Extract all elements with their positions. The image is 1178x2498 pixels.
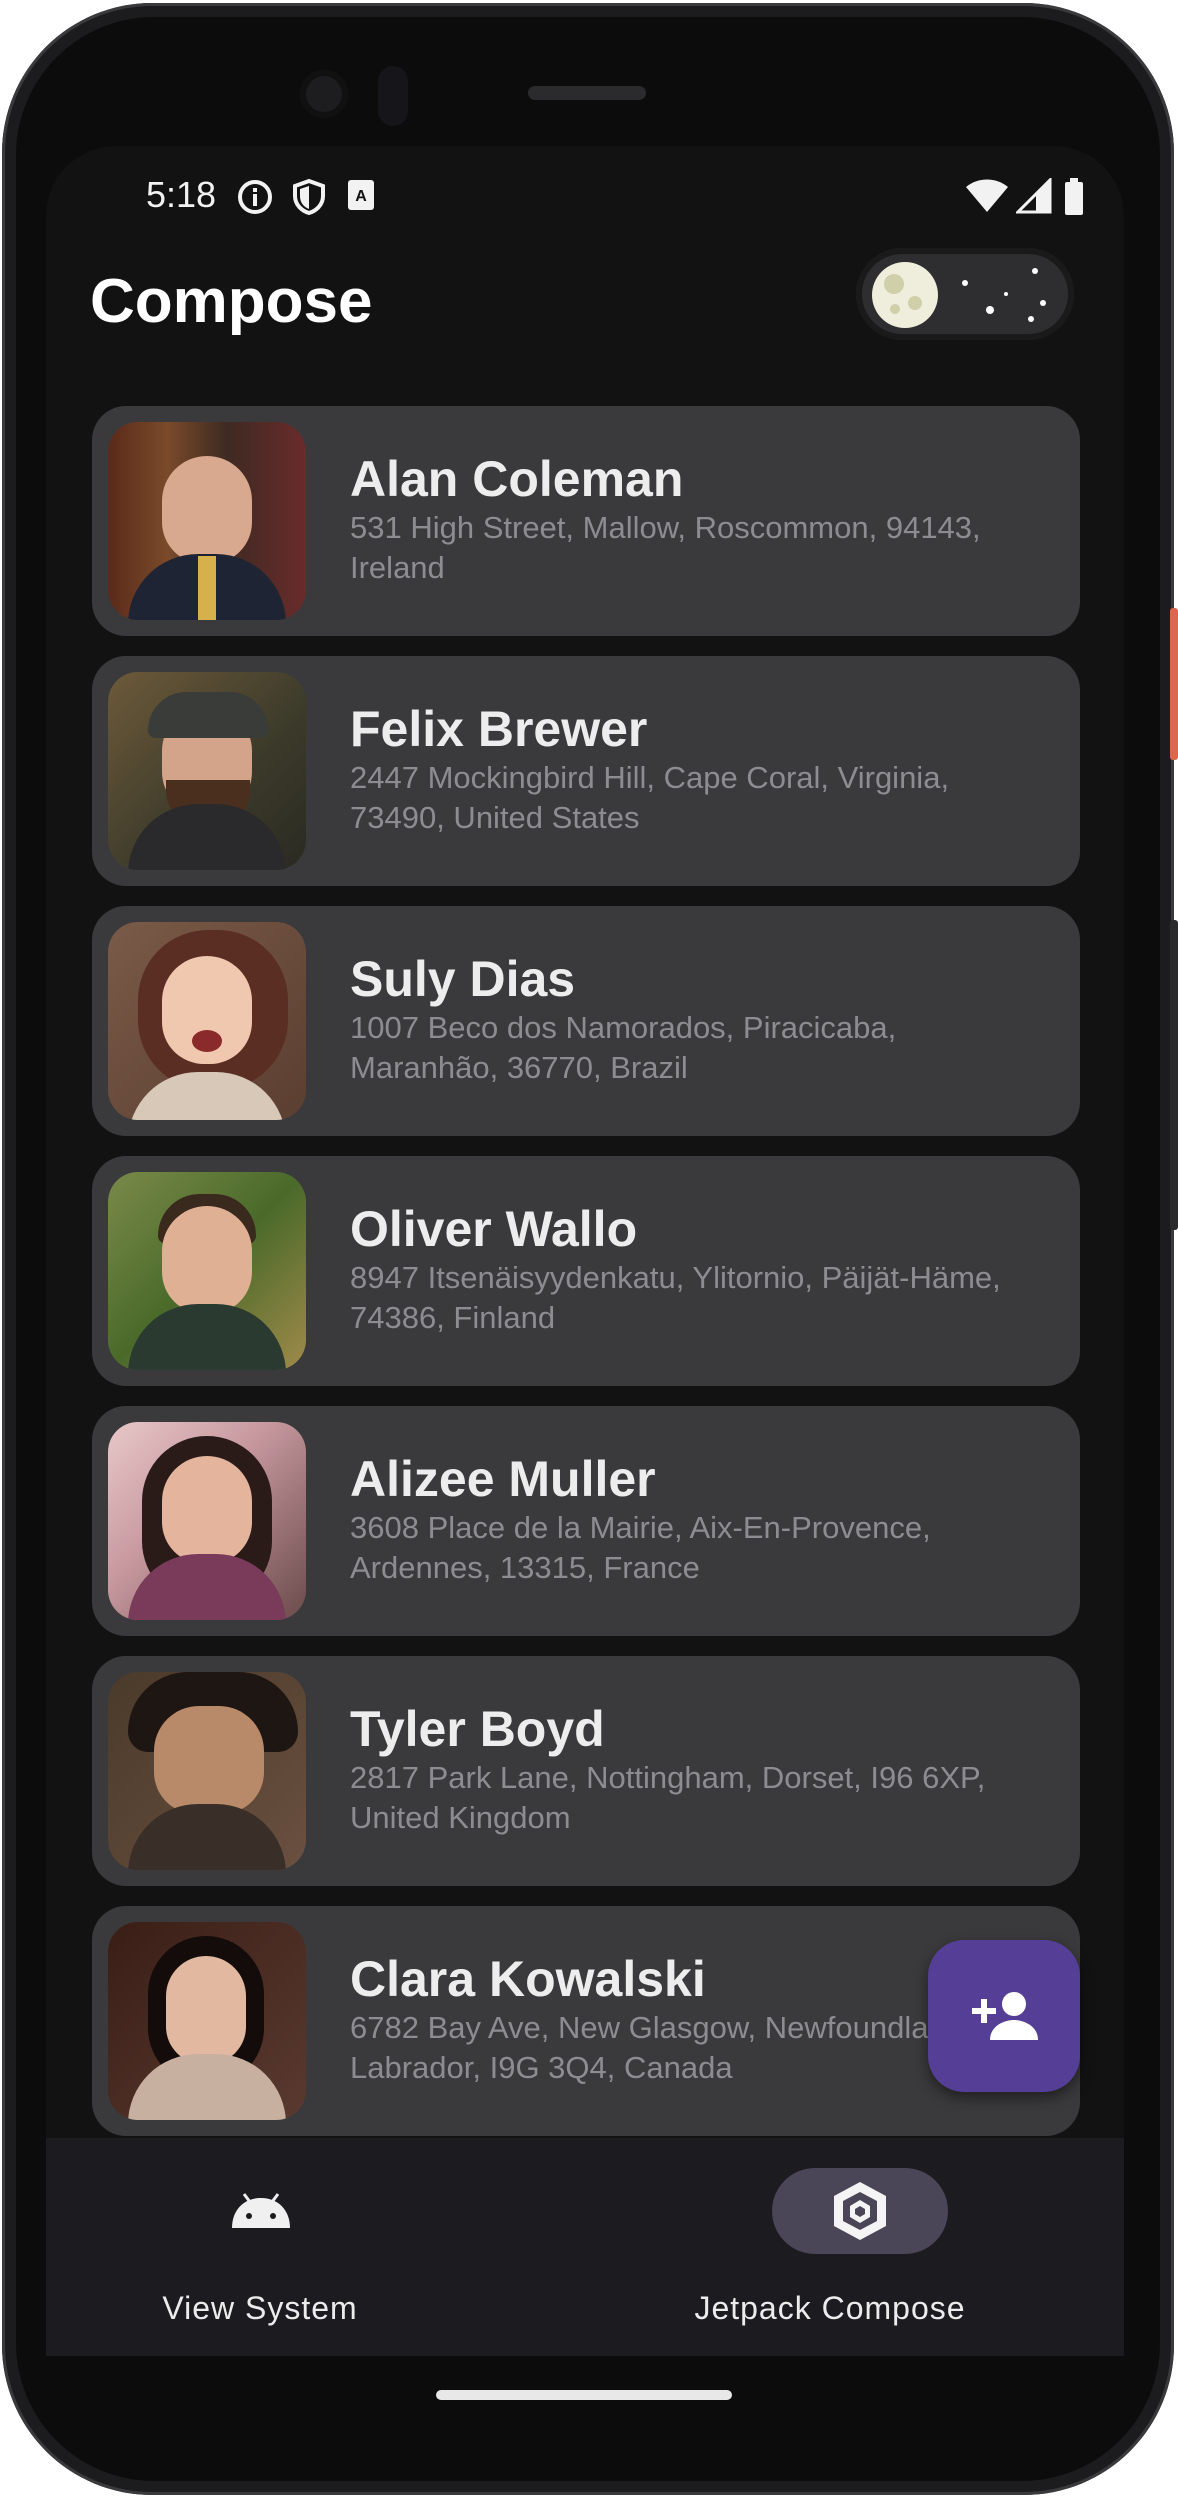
- contact-name: Suly Dias: [350, 951, 576, 1007]
- cellular-signal-icon: [1016, 178, 1052, 214]
- compose-logo-icon: [834, 2182, 886, 2240]
- add-contact-button[interactable]: [928, 1940, 1080, 2092]
- contact-address: 2817 Park Lane, Nottingham, Dorset, I96 …: [350, 1760, 986, 1835]
- nav-item-view-system[interactable]: View System: [80, 2168, 440, 2328]
- power-button: [1170, 608, 1178, 760]
- nav-label: Jetpack Compose: [694, 2290, 966, 2326]
- proximity-sensor: [378, 66, 408, 126]
- app-title: Compose: [90, 267, 373, 336]
- nav-label: View System: [162, 2290, 358, 2326]
- contact-card[interactable]: Oliver Wallo 8947 Itsenäisyydenkatu, Yli…: [92, 1156, 1080, 1386]
- contact-avatar: [108, 1672, 306, 1870]
- contact-avatar: [108, 1422, 306, 1620]
- contact-avatar: [108, 1172, 306, 1370]
- earpiece-speaker: [528, 86, 646, 100]
- contact-address: 8947 Itsenäisyydenkatu, Ylitornio, Päijä…: [350, 1260, 1001, 1335]
- theme-toggle[interactable]: [856, 248, 1074, 340]
- contact-address: 531 High Street, Mallow, Roscommon, 9414…: [350, 510, 981, 585]
- contact-avatar: [108, 422, 306, 620]
- contact-avatar: [108, 1922, 306, 2120]
- shield-icon: [293, 178, 325, 216]
- accessibility-app-icon: A: [348, 180, 374, 210]
- home-indicator[interactable]: [436, 2390, 732, 2400]
- volume-button: [1170, 920, 1178, 1230]
- app-screen: 5:18 A Compose Alan Coleman 531 High Str…: [46, 146, 1124, 2356]
- contact-card[interactable]: Tyler Boyd 2817 Park Lane, Nottingham, D…: [92, 1656, 1080, 1886]
- contact-name: Clara Kowalski: [350, 1951, 706, 2007]
- nav-item-jetpack-compose[interactable]: Jetpack Compose: [650, 2168, 1010, 2328]
- contact-card[interactable]: Felix Brewer 2447 Mockingbird Hill, Cape…: [92, 656, 1080, 886]
- android-icon: [232, 2193, 290, 2228]
- contact-card[interactable]: Alizee Muller 3608 Place de la Mairie, A…: [92, 1406, 1080, 1636]
- info-icon: [238, 180, 272, 214]
- contact-name: Alizee Muller: [350, 1451, 656, 1507]
- contact-card[interactable]: Suly Dias 1007 Beco dos Namorados, Pirac…: [92, 906, 1080, 1136]
- contact-avatar: [108, 922, 306, 1120]
- contact-name: Felix Brewer: [350, 701, 648, 757]
- contact-name: Alan Coleman: [350, 451, 684, 507]
- contact-card[interactable]: Alan Coleman 531 High Street, Mallow, Ro…: [92, 406, 1080, 636]
- status-bar: 5:18 A: [146, 166, 1083, 226]
- svg-text:A: A: [355, 188, 367, 205]
- front-camera: [300, 70, 348, 118]
- contact-avatar: [108, 672, 306, 870]
- contact-address: 1007 Beco dos Namorados, Piracicaba, Mar…: [350, 1010, 897, 1085]
- status-time: 5:18: [146, 174, 217, 215]
- bottom-navigation: View System Jetpack Compose: [46, 2138, 1124, 2356]
- contact-name: Tyler Boyd: [350, 1701, 605, 1757]
- moon-icon: [872, 262, 938, 328]
- add-person-icon: [972, 1992, 1038, 2040]
- wifi-icon: [966, 179, 1008, 212]
- contact-address: 2447 Mockingbird Hill, Cape Coral, Virgi…: [350, 760, 950, 835]
- contact-name: Oliver Wallo: [350, 1201, 638, 1257]
- battery-icon: [1065, 178, 1083, 215]
- contact-address: 3608 Place de la Mairie, Aix-En-Provence…: [350, 1510, 931, 1585]
